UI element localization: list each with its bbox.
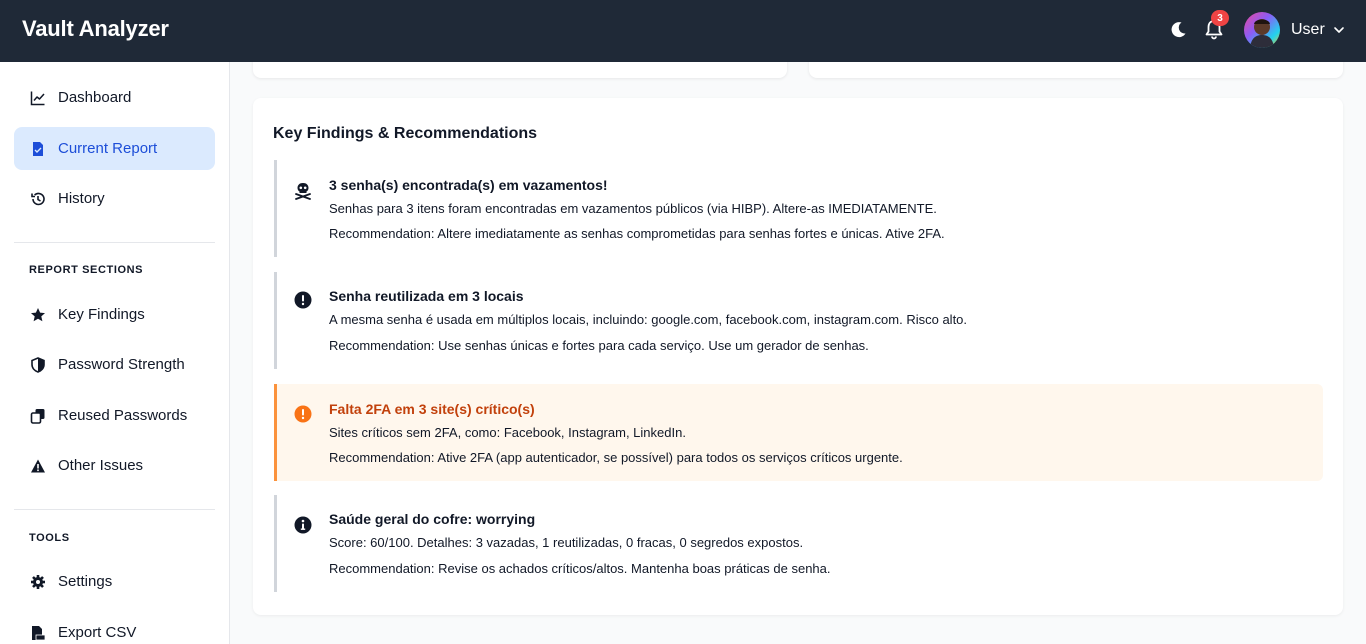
skull-crossbones-icon (295, 183, 311, 200)
report-sections-title: REPORT SECTIONS (29, 264, 144, 276)
card-title: Key Findings & Recommendations (273, 125, 538, 142)
csv-file-icon (30, 625, 46, 641)
sidebar-divider (14, 509, 215, 510)
user-name[interactable]: User (1291, 21, 1325, 39)
sidebar-item-label: Reused Passwords (58, 407, 188, 424)
user-avatar[interactable] (1244, 12, 1280, 48)
finding-item: Senha reutilizada em 3 locais A mesma se… (274, 272, 1323, 369)
finding-title: Saúde geral do cofre: worrying (329, 511, 536, 527)
star-icon (30, 307, 46, 323)
top-navbar: Vault Analyzer 3 User (0, 0, 1366, 62)
copy-icon (30, 408, 46, 424)
chart-line-icon (30, 90, 46, 106)
sidebar: Dashboard Current Report History REPORT … (0, 62, 230, 644)
info-circle-icon (294, 516, 312, 534)
sidebar-item-reused-passwords[interactable]: Reused Passwords (14, 394, 215, 437)
sidebar-item-label: Other Issues (58, 457, 144, 474)
summary-card-right (809, 62, 1343, 78)
finding-description: Sites críticos sem 2FA, como: Facebook, … (329, 425, 686, 440)
shield-icon (30, 356, 46, 373)
app-title[interactable]: Vault Analyzer (22, 16, 169, 42)
finding-recommendation: Recommendation: Ative 2FA (app autentica… (329, 450, 903, 465)
summary-card-left (253, 62, 787, 78)
sidebar-item-label: Dashboard (58, 89, 132, 106)
sidebar-item-current-report[interactable]: Current Report (14, 127, 215, 170)
chevron-down-icon[interactable] (1333, 24, 1345, 36)
finding-item-highlighted: Falta 2FA em 3 site(s) crítico(s) Sites … (274, 384, 1323, 481)
sidebar-item-other-issues[interactable]: Other Issues (14, 444, 215, 487)
exclamation-circle-icon (294, 291, 312, 309)
finding-title: Falta 2FA em 3 site(s) crítico(s) (329, 401, 535, 417)
warning-icon (30, 458, 46, 474)
sidebar-item-label: History (58, 190, 105, 207)
sidebar-divider (14, 242, 215, 243)
sidebar-item-settings[interactable]: Settings (14, 560, 215, 603)
key-findings-card: Key Findings & Recommendations 3 senha(s… (253, 98, 1343, 615)
finding-title: Senha reutilizada em 3 locais (329, 288, 524, 304)
main-content: Key Findings & Recommendations 3 senha(s… (231, 62, 1366, 644)
sidebar-item-label: Settings (58, 573, 113, 590)
sidebar-item-label: Export CSV (58, 624, 137, 641)
sidebar-item-password-strength[interactable]: Password Strength (14, 343, 215, 386)
notification-count-badge: 3 (1211, 10, 1229, 26)
sidebar-item-key-findings[interactable]: Key Findings (14, 293, 215, 336)
finding-title: 3 senha(s) encontrada(s) em vazamentos! (329, 177, 608, 193)
dark-mode-moon-icon[interactable] (1168, 20, 1188, 40)
history-icon (30, 191, 46, 207)
exclamation-circle-icon (294, 405, 312, 423)
finding-recommendation: Recommendation: Altere imediatamente as … (329, 226, 945, 241)
finding-description: Score: 60/100. Detalhes: 3 vazadas, 1 re… (329, 535, 804, 550)
finding-description: A mesma senha é usada em múltiplos locai… (329, 312, 968, 327)
gear-icon (30, 574, 46, 590)
finding-item: Saúde geral do cofre: worrying Score: 60… (274, 495, 1323, 592)
file-report-icon (30, 141, 46, 157)
tools-title: TOOLS (29, 532, 70, 544)
sidebar-item-history[interactable]: History (14, 177, 215, 220)
finding-item: 3 senha(s) encontrada(s) em vazamentos! … (274, 160, 1323, 257)
sidebar-item-export-csv[interactable]: Export CSV (14, 611, 215, 644)
sidebar-item-label: Key Findings (58, 306, 145, 323)
sidebar-item-label: Password Strength (58, 356, 185, 373)
finding-recommendation: Recommendation: Revise os achados crític… (329, 561, 831, 576)
sidebar-item-dashboard[interactable]: Dashboard (14, 76, 215, 119)
finding-description: Senhas para 3 itens foram encontradas em… (329, 201, 937, 216)
sidebar-item-label: Current Report (58, 140, 158, 157)
finding-recommendation: Recommendation: Use senhas únicas e fort… (329, 338, 869, 353)
